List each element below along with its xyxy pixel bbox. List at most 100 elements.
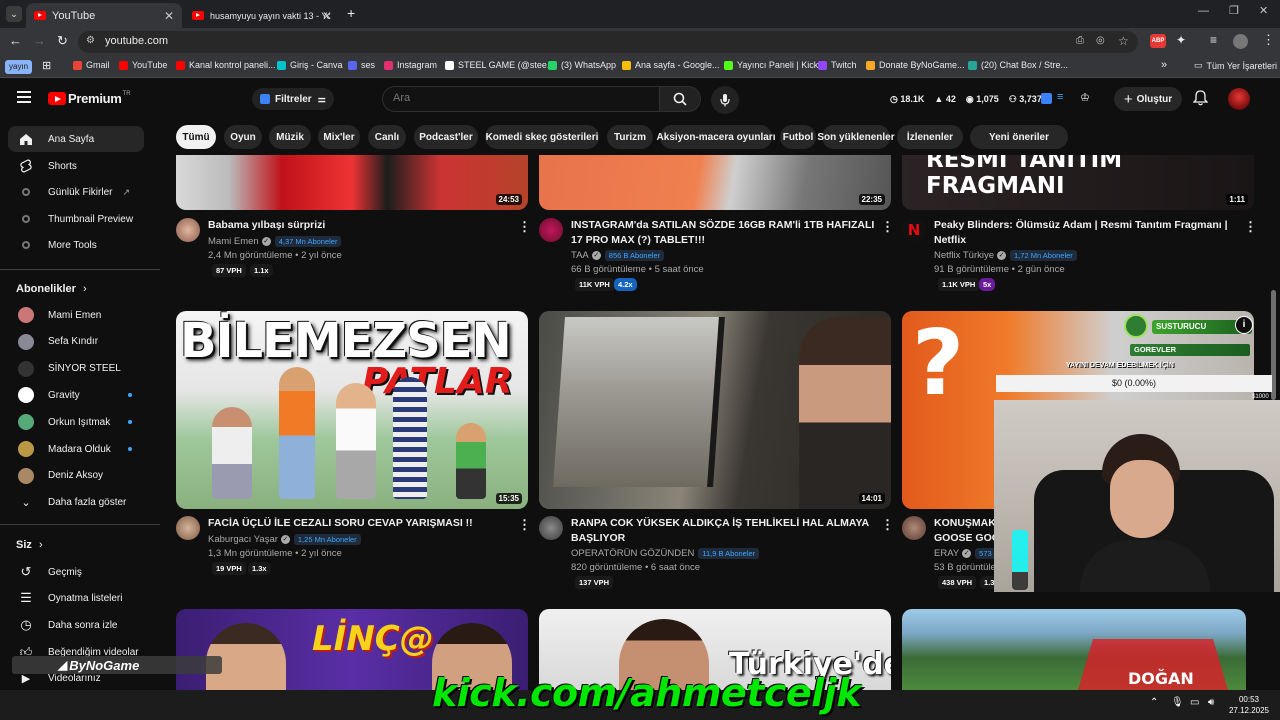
- forward-icon[interactable]: →: [33, 33, 46, 48]
- notifications-bell-icon[interactable]: [1192, 90, 1209, 111]
- chip-1[interactable]: Oyun: [224, 125, 262, 149]
- adblock-extension-icon[interactable]: ABP: [1150, 34, 1166, 48]
- sidebar-item-playlists[interactable]: ☰ Oynatma listeleri: [8, 585, 144, 611]
- trophy-icon[interactable]: ♔: [1080, 91, 1090, 104]
- video-title[interactable]: INSTAGRAM'da SATILAN SÖZDE 16GB RAM'li 1…: [571, 218, 876, 248]
- video-title[interactable]: FACİA ÜÇLÜ İLE CEZALI SORU CEVAP YARIŞMA…: [208, 516, 508, 531]
- bookmark-item[interactable]: Giriş - Canva: [277, 60, 343, 70]
- chip-0[interactable]: Tümü: [176, 125, 216, 149]
- extension-icon[interactable]: [1041, 93, 1052, 104]
- reading-list-icon[interactable]: ≡: [1210, 33, 1217, 47]
- bookmark-item[interactable]: YouTube: [119, 60, 167, 70]
- sidebar-subscription[interactable]: Orkun Işıtmak: [8, 409, 144, 435]
- chip-4[interactable]: Canlı: [368, 125, 406, 149]
- bookmark-item[interactable]: Donate ByNoGame...: [866, 60, 965, 70]
- bookmark-item[interactable]: Twitch: [818, 60, 857, 70]
- channel-avatar[interactable]: [902, 516, 926, 540]
- channel-avatar[interactable]: [176, 218, 200, 242]
- bookmark-item[interactable]: STEEL GAME (@stee...: [445, 60, 554, 70]
- all-bookmarks-folder[interactable]: ▭ Tüm Yer İşaretleri: [1194, 60, 1277, 71]
- new-tab-button[interactable]: +: [347, 5, 355, 21]
- video-menu-icon[interactable]: ⋮: [881, 517, 894, 533]
- bookmark-item[interactable]: (20) Chat Box / Stre...: [968, 60, 1068, 70]
- site-info-icon[interactable]: ⚙: [86, 35, 95, 46]
- sidebar-subscription[interactable]: Deniz Aksoy: [8, 463, 144, 489]
- video-menu-icon[interactable]: ⋮: [518, 219, 531, 235]
- search-button[interactable]: [659, 86, 701, 112]
- sidebar-item-watch-later[interactable]: ◷ Daha sonra izle: [8, 612, 144, 638]
- video-thumbnail[interactable]: 24:53: [176, 155, 528, 210]
- tab-search-button[interactable]: ⌄: [6, 6, 22, 22]
- video-menu-icon[interactable]: ⋮: [518, 517, 531, 533]
- maximize-icon[interactable]: ❐: [1229, 4, 1239, 17]
- close-window-icon[interactable]: ✕: [1259, 4, 1268, 17]
- chip-11[interactable]: İzlenenler: [897, 125, 963, 149]
- network-icon[interactable]: ▭: [1190, 697, 1199, 708]
- video-title[interactable]: Peaky Blinders: Ölümsüz Adam | Resmi Tan…: [934, 218, 1234, 248]
- account-avatar[interactable]: [1228, 88, 1250, 110]
- install-app-icon[interactable]: ⎙: [1076, 35, 1084, 46]
- reload-icon[interactable]: ↻: [57, 33, 68, 49]
- bookmark-item[interactable]: (3) WhatsApp: [548, 60, 616, 70]
- chip-3[interactable]: Mix'ler: [318, 125, 360, 149]
- sidebar-item-daily-ideas[interactable]: Günlük Fikirler ↗: [8, 179, 144, 205]
- sidebar-show-more[interactable]: ⌄ Daha fazla göster: [8, 489, 144, 515]
- video-title[interactable]: Babama yılbaşı sürprizi: [208, 218, 508, 233]
- search-input[interactable]: [393, 92, 643, 104]
- tab-youtube[interactable]: YouTube ✕: [26, 3, 182, 28]
- chip-9[interactable]: Futbol: [780, 125, 816, 149]
- close-tab-icon[interactable]: ✕: [164, 9, 174, 23]
- more-bookmarks-icon[interactable]: »: [1161, 59, 1167, 71]
- chip-7[interactable]: Turizm: [607, 125, 653, 149]
- tab-husamyuyu[interactable]: husamyuyu yayın vakti 13 - You ✕: [184, 3, 340, 28]
- channel-avatar[interactable]: [539, 516, 563, 540]
- video-channel[interactable]: Kaburgacı Yaşar ✓ 1,25 Mn Aboneler: [208, 534, 361, 545]
- mic-tray-icon[interactable]: 🎙︎: [1171, 697, 1184, 708]
- browser-menu-icon[interactable]: ⋮: [1262, 32, 1275, 48]
- sidebar-subscription[interactable]: Sefa Kındır: [8, 329, 144, 355]
- video-title[interactable]: KONUŞMAK GOOSE GOO: [934, 516, 994, 546]
- hamburger-menu-icon[interactable]: [17, 91, 31, 103]
- apps-grid-icon[interactable]: ⊞: [42, 59, 51, 72]
- list-extension-icon[interactable]: ≡: [1057, 91, 1063, 103]
- close-tab-icon[interactable]: ✕: [322, 9, 332, 23]
- channel-avatar[interactable]: N: [902, 218, 926, 242]
- sidebar-subscription[interactable]: Mami Emen: [8, 302, 144, 328]
- video-thumbnail[interactable]: DOĞAN: [902, 609, 1246, 690]
- back-icon[interactable]: ←: [9, 33, 22, 48]
- bookmark-item[interactable]: Instagram: [384, 60, 437, 70]
- video-thumbnail[interactable]: 14:01: [539, 311, 891, 509]
- bookmark-item[interactable]: Gmail: [73, 60, 110, 70]
- extensions-icon[interactable]: ✦: [1176, 33, 1186, 47]
- volume-icon[interactable]: 🔊︎: [1208, 697, 1214, 708]
- omnibox[interactable]: ⚙ youtube.com ⎙ ◎ ☆: [78, 31, 1138, 53]
- chip-2[interactable]: Müzik: [269, 125, 311, 149]
- info-icon[interactable]: i: [1235, 316, 1253, 334]
- sidebar-subscription[interactable]: Gravity: [8, 382, 144, 408]
- profile-chip[interactable]: yayın: [5, 60, 33, 74]
- bookmark-item[interactable]: Kanal kontrol paneli...: [176, 60, 276, 70]
- video-channel[interactable]: TAA ✓ 856 B Aboneler: [571, 250, 665, 261]
- bookmark-item[interactable]: ses: [348, 60, 375, 70]
- sidebar-item-more-tools[interactable]: More Tools: [8, 232, 144, 258]
- video-thumbnail[interactable]: BİLEMEZSEN PATLAR 15:35: [176, 311, 528, 509]
- chip-12[interactable]: Yeni öneriler: [970, 125, 1068, 149]
- sidebar-item-thumbnail-preview[interactable]: Thumbnail Preview: [8, 206, 144, 232]
- sidebar-subscription[interactable]: SİNYOR STEEL: [8, 356, 144, 382]
- sidebar-subscription[interactable]: Madara Olduk: [8, 436, 144, 462]
- bookmark-item[interactable]: Ana sayfa - Google...: [622, 60, 720, 70]
- chip-8[interactable]: Aksiyon-macera oyunları: [657, 125, 775, 149]
- video-channel[interactable]: ERAY ✓ 573: [934, 548, 996, 559]
- chip-5[interactable]: Podcast'ler: [414, 125, 478, 149]
- profile-avatar[interactable]: [1233, 34, 1248, 49]
- video-thumbnail[interactable]: RESMİ TANITIM FRAGMANI 1:11: [902, 155, 1254, 210]
- subscriptions-header[interactable]: Abonelikler ›: [16, 283, 87, 295]
- eye-off-icon[interactable]: ◎: [1096, 35, 1105, 46]
- chip-10[interactable]: Son yüklenenler: [817, 125, 895, 149]
- filters-button[interactable]: Filtreler ⚌: [252, 88, 334, 110]
- video-thumbnail[interactable]: 22:35: [539, 155, 891, 210]
- video-menu-icon[interactable]: ⋮: [881, 219, 894, 235]
- voice-search-button[interactable]: [711, 86, 739, 114]
- video-channel[interactable]: Mami Emen ✓ 4,37 Mn Aboneler: [208, 236, 342, 247]
- bookmark-item[interactable]: Yayıncı Paneli | Kick: [724, 60, 818, 70]
